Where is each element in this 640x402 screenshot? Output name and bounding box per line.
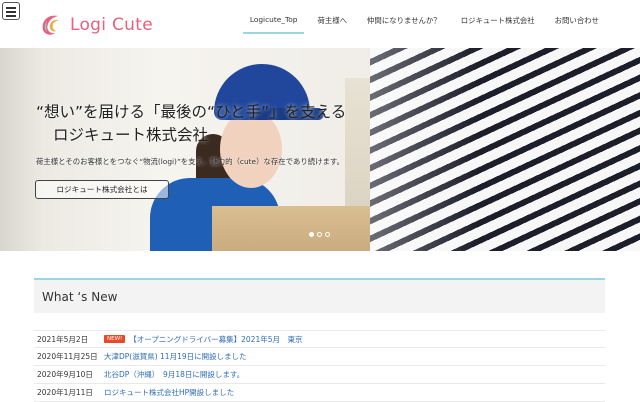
news-item: 2020年1月11日 ロジキュート株式会社HP開設しました (34, 384, 605, 402)
news-date: 2021年5月2日 (37, 334, 89, 344)
site-header: Logi Cute Logicute_Top 荷主様へ 仲間になりませんか？ ロ… (0, 0, 640, 48)
nav-item-top[interactable]: Logicute_Top (242, 12, 305, 34)
hero-title-line-1: “想い”を届ける「最後の“ひと手”」を支える (36, 103, 347, 121)
hero-title-line-2: ロジキュート株式会社 (53, 126, 209, 144)
hero-photo-shade (370, 48, 640, 251)
nav-item-shippers[interactable]: 荷主様へ (310, 12, 354, 34)
new-badge: NEW! (104, 335, 126, 343)
nav-item-company[interactable]: ロジキュート株式会社 (454, 12, 542, 34)
hamburger-menu-icon[interactable] (2, 2, 20, 20)
news-date: 2020年1月11日 (37, 388, 93, 397)
news-section: What ‘s New 2021年5月2日 NEW! 【オープニングドライバー募… (34, 278, 605, 402)
slider-dot-2[interactable] (317, 232, 322, 237)
site-logo[interactable]: Logi Cute (38, 12, 153, 38)
hero-subtitle: 荷主様とそのお客様とをつなぐ“物流(logi)”を支え、魅力的（cute）な存在… (36, 157, 344, 166)
news-heading: What ‘s New (34, 278, 605, 313)
slider-dots (309, 232, 333, 237)
news-item: 2020年11月25日 大津DP(滋賀県) 11月19日に開設しました (34, 348, 605, 366)
news-link[interactable]: 北谷DP（沖縄） 9月18日に開設します。 (104, 369, 244, 380)
news-date: 2020年9月10日 (37, 370, 93, 379)
news-link[interactable]: ロジキュート株式会社HP開設しました (104, 387, 234, 398)
logo-text: Logi Cute (70, 15, 153, 35)
hero-slider[interactable]: “想い”を届ける「最後の“ひと手”」を支える ロジキュート株式会社 荷主様とその… (0, 48, 640, 251)
main-nav: Logicute_Top 荷主様へ 仲間になりませんか？ ロジキュート株式会社 … (237, 12, 606, 34)
hero-photo-cardboard-box (212, 206, 372, 251)
news-date: 2020年11月25日 (37, 352, 98, 361)
nav-item-recruit[interactable]: 仲間になりませんか？ (360, 12, 448, 34)
slider-next-arrow-icon[interactable]: › (606, 146, 610, 159)
news-item: 2021年5月2日 NEW! 【オープニングドライバー募集】2021年5月 東京 (34, 330, 605, 348)
hero-photo-door (0, 48, 42, 251)
news-link[interactable]: 大津DP(滋賀県) 11月19日に開設しました (104, 351, 247, 362)
logo-mark-icon (38, 12, 64, 38)
slider-dot-1[interactable] (309, 232, 314, 237)
news-list: 2021年5月2日 NEW! 【オープニングドライバー募集】2021年5月 東京… (34, 330, 605, 402)
news-item: 2020年9月10日 北谷DP（沖縄） 9月18日に開設します。 (34, 366, 605, 384)
news-link[interactable]: 【オープニングドライバー募集】2021年5月 東京 (129, 334, 302, 345)
hero-title: “想い”を届ける「最後の“ひと手”」を支える ロジキュート株式会社 (36, 101, 346, 147)
about-company-button[interactable]: ロジキュート株式会社とは (35, 180, 169, 199)
slider-dot-3[interactable] (325, 232, 330, 237)
nav-item-contact[interactable]: お問い合わせ (548, 12, 606, 34)
